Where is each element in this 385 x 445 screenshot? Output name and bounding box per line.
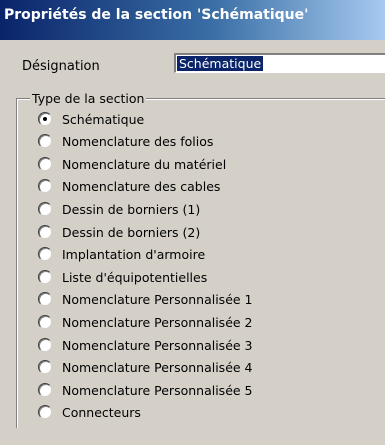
radio-option-nomenclature-perso-2[interactable]: Nomenclature Personnalisée 2 bbox=[38, 313, 253, 331]
radio-button[interactable] bbox=[38, 405, 52, 419]
radio-button[interactable] bbox=[38, 202, 52, 216]
radio-label: Nomenclature Personnalisée 1 bbox=[62, 291, 253, 307]
radio-button[interactable] bbox=[38, 157, 52, 171]
radio-label: Nomenclature Personnalisée 4 bbox=[62, 359, 253, 375]
radio-button[interactable] bbox=[38, 383, 52, 397]
radio-button[interactable] bbox=[38, 134, 52, 148]
radio-option-nomenclature-perso-3[interactable]: Nomenclature Personnalisée 3 bbox=[38, 336, 253, 354]
radio-button[interactable] bbox=[38, 360, 52, 374]
radio-label: Nomenclature Personnalisée 5 bbox=[62, 382, 253, 398]
radio-label: Nomenclature des folios bbox=[62, 133, 214, 149]
radio-button[interactable] bbox=[38, 338, 52, 352]
radio-option-nomenclature-perso-4[interactable]: Nomenclature Personnalisée 4 bbox=[38, 358, 253, 376]
designation-value: Schématique bbox=[177, 56, 264, 71]
radio-label: Schématique bbox=[62, 111, 145, 127]
radio-button[interactable] bbox=[38, 270, 52, 284]
radio-button[interactable] bbox=[38, 247, 52, 261]
radio-label: Nomenclature Personnalisée 3 bbox=[62, 337, 253, 353]
radio-option-liste-equipotentielles[interactable]: Liste d'équipotentielles bbox=[38, 268, 207, 286]
radio-option-connecteurs[interactable]: Connecteurs bbox=[38, 403, 141, 421]
radio-button[interactable] bbox=[38, 112, 52, 126]
radio-button[interactable] bbox=[38, 315, 52, 329]
radio-label: Dessin de borniers (1) bbox=[62, 201, 201, 217]
radio-label: Liste d'équipotentielles bbox=[62, 269, 208, 285]
radio-label: Connecteurs bbox=[62, 404, 141, 420]
radio-option-nomenclature-materiel[interactable]: Nomenclature du matériel bbox=[38, 155, 226, 173]
radio-option-schematique[interactable]: Schématique bbox=[38, 110, 144, 128]
radio-button[interactable] bbox=[38, 225, 52, 239]
radio-option-implantation-armoire[interactable]: Implantation d'armoire bbox=[38, 245, 205, 263]
radio-label: Nomenclature Personnalisée 2 bbox=[62, 314, 253, 330]
radio-option-nomenclature-perso-5[interactable]: Nomenclature Personnalisée 5 bbox=[38, 381, 253, 399]
radio-button[interactable] bbox=[38, 179, 52, 193]
radio-option-dessin-borniers-1[interactable]: Dessin de borniers (1) bbox=[38, 200, 200, 218]
dialog-title: Propriétés de la section 'Schématique' bbox=[4, 7, 309, 23]
radio-option-nomenclature-folios[interactable]: Nomenclature des folios bbox=[38, 132, 213, 150]
title-bar[interactable]: Propriétés de la section 'Schématique' bbox=[0, 0, 385, 40]
radio-label: Implantation d'armoire bbox=[62, 246, 206, 262]
designation-label: Désignation bbox=[22, 59, 100, 74]
radio-label: Dessin de borniers (2) bbox=[62, 224, 201, 240]
radio-option-nomenclature-perso-1[interactable]: Nomenclature Personnalisée 1 bbox=[38, 290, 253, 308]
designation-field[interactable]: Schématique bbox=[174, 53, 385, 73]
radio-option-nomenclature-cables[interactable]: Nomenclature des cables bbox=[38, 177, 220, 195]
radio-label: Nomenclature du matériel bbox=[62, 156, 227, 172]
section-type-legend: Type de la section bbox=[30, 91, 147, 106]
radio-button[interactable] bbox=[38, 292, 52, 306]
radio-label: Nomenclature des cables bbox=[62, 178, 221, 194]
radio-option-dessin-borniers-2[interactable]: Dessin de borniers (2) bbox=[38, 223, 200, 241]
